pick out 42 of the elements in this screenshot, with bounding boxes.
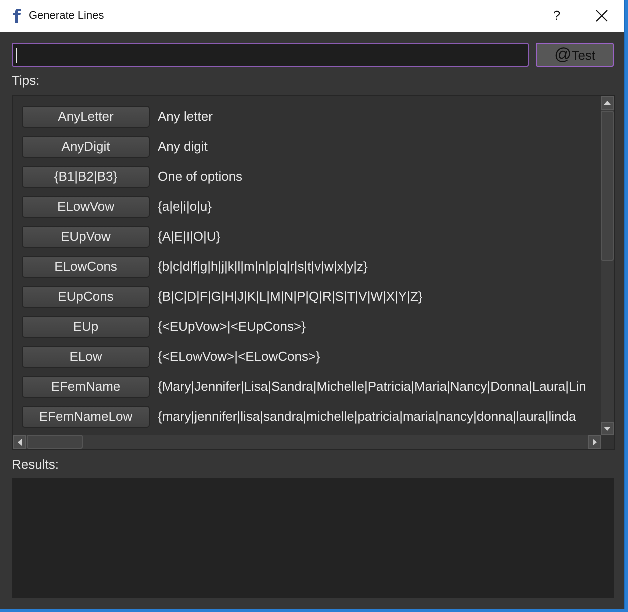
- scroll-up-button[interactable]: [601, 96, 614, 110]
- caret-right-icon: [592, 438, 596, 446]
- tip-button[interactable]: AnyDigit: [22, 136, 150, 158]
- tip-button[interactable]: EUp: [22, 316, 150, 338]
- scrollbar-thumb[interactable]: [27, 435, 83, 449]
- app-icon: [13, 9, 21, 23]
- vertical-scrollbar[interactable]: [601, 96, 614, 435]
- tip-button[interactable]: EFemNameLow: [22, 406, 150, 428]
- tip-button[interactable]: ELow: [22, 346, 150, 368]
- tip-description: {Mary|Jennifer|Lisa|Sandra|Michelle|Patricia|Maria|Nancy|Donna|Laura|Lin: [158, 378, 586, 396]
- help-button[interactable]: ?: [541, 0, 573, 32]
- tip-description: {B|C|D|F|G|H|J|K|L|M|N|P|Q|R|S|T|V|W|X|Y|Z}: [158, 288, 423, 306]
- window-title: Generate Lines: [29, 8, 104, 24]
- tip-description: {a|e|i|o|u}: [158, 198, 212, 216]
- scrollbar-thumb[interactable]: [601, 111, 614, 261]
- tip-description: {A|E|I|O|U}: [158, 228, 221, 246]
- caret-up-icon: [604, 101, 611, 105]
- tip-button[interactable]: EFemName: [22, 376, 150, 398]
- tip-description: {<EUpVow>|<EUpCons>}: [158, 318, 306, 336]
- scroll-right-button[interactable]: [588, 435, 601, 449]
- results-label: Results:: [12, 457, 59, 473]
- tip-button[interactable]: EUpVow: [22, 226, 150, 248]
- scroll-left-button[interactable]: [13, 435, 26, 449]
- horizontal-scrollbar[interactable]: [13, 435, 601, 449]
- tip-button[interactable]: ELowCons: [22, 256, 150, 278]
- tip-description: {b|c|d|f|g|h|j|k|l|m|n|p|q|r|s|t|v|w|x|y|z}: [158, 258, 368, 276]
- scroll-down-button[interactable]: [601, 422, 614, 435]
- tip-description: Any letter: [158, 108, 213, 126]
- caret-down-icon: [604, 426, 611, 430]
- tip-button[interactable]: {B1|B2|B3}: [22, 166, 150, 188]
- tips-label: Tips:: [12, 73, 40, 89]
- close-icon: [596, 10, 608, 22]
- caret-left-icon: [18, 438, 22, 446]
- tip-button[interactable]: ELowVow: [22, 196, 150, 218]
- tip-button[interactable]: EUpCons: [22, 286, 150, 308]
- text-cursor-icon: [16, 48, 17, 62]
- pattern-input[interactable]: [12, 43, 529, 67]
- tip-description: {<ELowVow>|<ELowCons>}: [158, 348, 320, 366]
- tip-description: One of options: [158, 168, 243, 186]
- tip-description: Any digit: [158, 138, 208, 156]
- tip-description: {mary|jennifer|lisa|sandra|michelle|patricia|maria|nancy|donna|laura|linda: [158, 408, 576, 426]
- tip-button[interactable]: AnyLetter: [22, 106, 150, 128]
